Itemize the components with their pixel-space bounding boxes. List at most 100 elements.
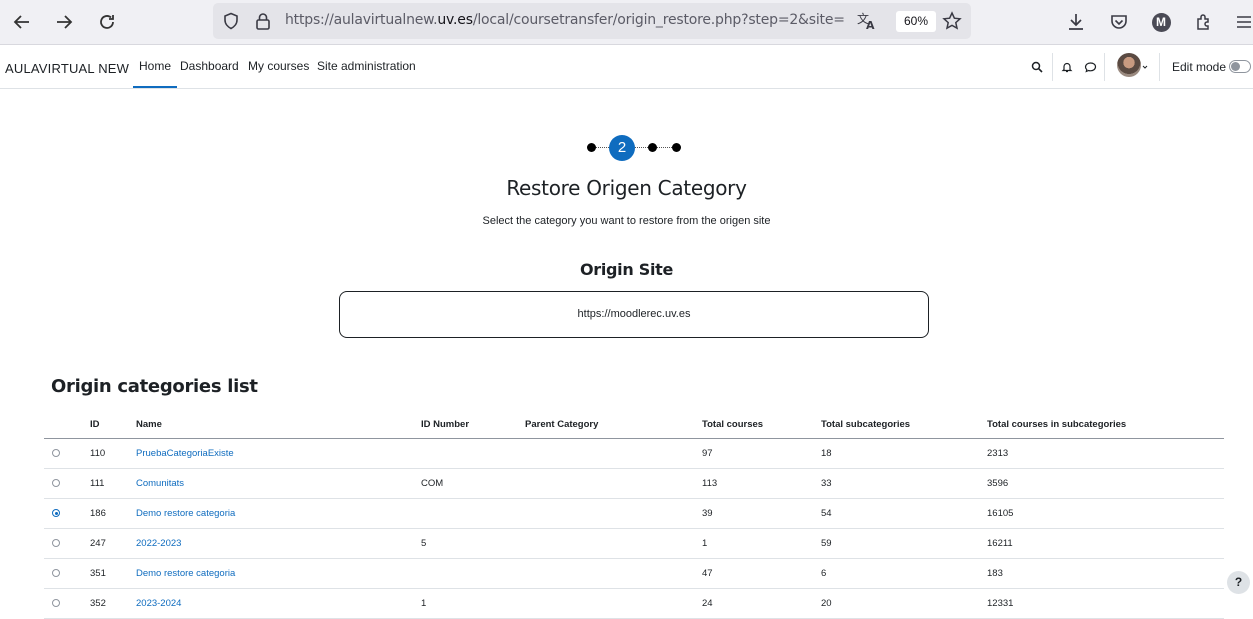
url-text[interactable]: https://aulavirtualnew.uv.es/local/cours…	[285, 12, 845, 28]
origin-site-heading: Origin Site	[579, 260, 674, 279]
cell-select	[44, 558, 90, 589]
navbar-divider	[1104, 53, 1105, 81]
cell-name: PruebaCategoriaExiste	[136, 438, 421, 469]
cell-total-subcategories: 54	[821, 498, 987, 529]
user-avatar[interactable]	[1117, 53, 1141, 77]
column-header-total-courses-sub[interactable]: Total courses in subcategories	[987, 410, 1224, 439]
nav-my-courses[interactable]: My courses	[248, 45, 309, 88]
messages-icon[interactable]	[1082, 59, 1098, 75]
cell-select	[44, 468, 90, 499]
cell-total-courses-sub: 12331	[987, 588, 1224, 619]
chevron-down-icon[interactable]	[1141, 59, 1149, 75]
cell-total-courses: 97	[702, 438, 821, 469]
category-radio[interactable]	[52, 569, 60, 578]
edit-mode-toggle[interactable]	[1229, 60, 1251, 73]
nav-site-administration[interactable]: Site administration	[317, 45, 416, 88]
url-bar[interactable]: https://aulavirtualnew.uv.es/local/cours…	[213, 3, 971, 39]
lock-icon[interactable]	[253, 11, 273, 31]
url-path: /local/coursetransfer/origin_restore.php…	[472, 12, 845, 28]
table-row: 351 Demo restore categoria 47 6 183	[44, 558, 1224, 589]
cell-parent-category	[525, 498, 702, 529]
cell-select	[44, 528, 90, 559]
cell-total-courses: 39	[702, 498, 821, 529]
cell-total-courses-sub: 16211	[987, 528, 1224, 559]
search-icon[interactable]	[1029, 59, 1045, 75]
category-radio[interactable]	[52, 539, 60, 548]
column-header-total-courses[interactable]: Total courses	[702, 410, 821, 439]
category-radio[interactable]	[52, 479, 60, 488]
translate-icon[interactable]: 文A	[856, 11, 878, 31]
cell-total-subcategories: 20	[821, 588, 987, 619]
table-row: 352 2023-2024 1 24 20 12331	[44, 588, 1224, 619]
column-header-id-number[interactable]: ID Number	[421, 410, 525, 439]
account-icon[interactable]: M	[1150, 11, 1172, 33]
category-link[interactable]: Comunitats	[136, 478, 184, 489]
categories-table: ID Name ID Number Parent Category Total …	[44, 410, 1224, 619]
download-icon[interactable]	[1065, 11, 1087, 33]
cell-id-number: 1	[421, 588, 525, 619]
nav-dashboard[interactable]: Dashboard	[180, 45, 239, 88]
column-header-name[interactable]: Name	[136, 410, 421, 439]
category-radio[interactable]	[52, 449, 60, 458]
cell-total-courses-sub: 183	[987, 558, 1224, 589]
step-3-dot	[648, 143, 657, 152]
navbar-divider	[1159, 53, 1160, 81]
cell-total-subcategories: 18	[821, 438, 987, 469]
column-header-parent-category[interactable]: Parent Category	[525, 410, 702, 439]
cell-id-number: 5	[421, 528, 525, 559]
table-row: 247 2022-2023 5 1 59 16211	[44, 528, 1224, 559]
zoom-level-badge[interactable]: 60%	[896, 11, 936, 32]
table-header-row: ID Name ID Number Parent Category Total …	[44, 410, 1224, 439]
extensions-icon[interactable]	[1193, 11, 1215, 33]
reload-icon[interactable]	[93, 8, 121, 36]
column-header-total-subcategories[interactable]: Total subcategories	[821, 410, 987, 439]
select-column-header	[44, 410, 90, 439]
edit-mode-label: Edit mode	[1172, 60, 1227, 74]
cell-id-number	[421, 498, 525, 529]
cell-name: Demo restore categoria	[136, 498, 421, 529]
site-navbar: AULAVIRTUAL NEW Home Dashboard My course…	[0, 45, 1253, 89]
category-link[interactable]: Demo restore categoria	[136, 568, 235, 579]
forward-icon[interactable]	[50, 8, 78, 36]
account-initial: M	[1151, 12, 1171, 32]
cell-id: 111	[90, 468, 136, 499]
category-radio[interactable]	[52, 509, 60, 518]
bookmark-star-icon[interactable]	[941, 11, 963, 31]
url-domain: uv.es	[437, 12, 473, 28]
step-current: 2	[609, 135, 635, 161]
navbar-divider	[1052, 53, 1053, 81]
cell-name: 2023-2024	[136, 588, 421, 619]
category-link[interactable]: Demo restore categoria	[136, 508, 235, 519]
category-radio[interactable]	[52, 599, 60, 608]
nav-home[interactable]: Home	[133, 45, 178, 88]
shield-icon[interactable]	[221, 11, 241, 31]
pocket-icon[interactable]	[1108, 11, 1130, 33]
cell-parent-category	[525, 528, 702, 559]
category-link[interactable]: 2022-2023	[136, 538, 181, 549]
cell-select	[44, 498, 90, 529]
cell-total-courses-sub: 2313	[987, 438, 1224, 469]
step-connector	[635, 147, 648, 148]
table-row: 111 Comunitats COM 113 33 3596	[44, 468, 1224, 499]
menu-icon[interactable]	[1235, 11, 1253, 33]
step-1-dot	[587, 143, 596, 152]
site-brand[interactable]: AULAVIRTUAL NEW	[5, 61, 129, 76]
cell-id: 351	[90, 558, 136, 589]
cell-select	[44, 438, 90, 469]
cell-id-number	[421, 558, 525, 589]
back-icon[interactable]	[8, 8, 36, 36]
help-button[interactable]: ?	[1227, 571, 1250, 594]
svg-text:A: A	[866, 19, 875, 31]
cell-select	[44, 588, 90, 619]
cell-id-number: COM	[421, 468, 525, 499]
notifications-bell-icon[interactable]	[1059, 59, 1075, 75]
origin-site-box: https://moodlerec.uv.es	[339, 291, 929, 338]
table-row: 186 Demo restore categoria 39 54 16105	[44, 498, 1224, 529]
category-link[interactable]: PruebaCategoriaExiste	[136, 448, 234, 459]
cell-name: Demo restore categoria	[136, 558, 421, 589]
cell-total-courses: 1	[702, 528, 821, 559]
cell-total-subcategories: 6	[821, 558, 987, 589]
category-link[interactable]: 2023-2024	[136, 598, 181, 609]
column-header-id[interactable]: ID	[90, 410, 136, 439]
page-subtitle: Select the category you want to restore …	[482, 215, 771, 227]
